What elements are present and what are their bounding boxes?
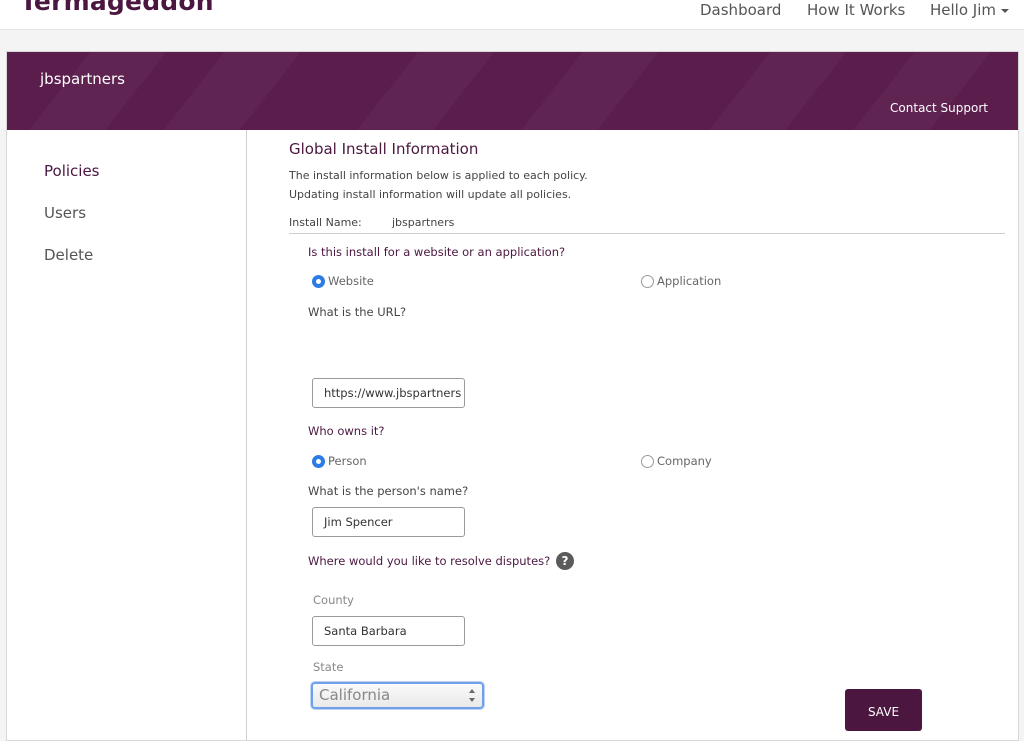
- install-name-label: Install Name:: [289, 216, 362, 229]
- install-form: Global Install Information The install i…: [248, 130, 1018, 740]
- radio-website[interactable]: Website: [312, 274, 374, 288]
- radio-unchecked-icon: [641, 454, 654, 468]
- county-label: County: [313, 593, 354, 607]
- install-name-value: jbspartners: [392, 216, 455, 229]
- caret-down-icon: [1001, 8, 1009, 13]
- nav-dashboard-link[interactable]: Dashboard: [700, 1, 781, 19]
- logo-text: Termageddon: [20, 0, 214, 16]
- sidebar-item-users[interactable]: Users: [44, 204, 86, 222]
- state-selected-value: California: [319, 686, 391, 704]
- radio-person-label: Person: [328, 454, 367, 468]
- description-line-2: Updating install information will update…: [289, 188, 572, 201]
- person-name-input[interactable]: Jim Spencer: [312, 507, 465, 537]
- radio-website-label: Website: [328, 274, 374, 288]
- state-label: State: [313, 660, 344, 674]
- radio-application-label: Application: [657, 274, 722, 288]
- save-button[interactable]: SAVE: [845, 689, 922, 731]
- banner-decor: [143, 52, 350, 130]
- radio-unchecked-icon: [641, 274, 654, 288]
- radio-application[interactable]: Application: [641, 274, 721, 288]
- banner-decor: [313, 52, 520, 130]
- banner-decor: [673, 52, 880, 130]
- url-input[interactable]: https://www.jbspartners: [312, 378, 465, 408]
- owner-question: Who owns it?: [308, 424, 385, 438]
- help-icon[interactable]: ?: [556, 552, 574, 570]
- radio-checked-icon: [312, 274, 325, 288]
- radio-checked-icon: [312, 454, 325, 468]
- nav-how-it-works-link[interactable]: How It Works: [807, 1, 905, 19]
- radio-company[interactable]: Company: [641, 454, 712, 468]
- top-navbar: Termageddon Dashboard How It Works Hello…: [0, 0, 1024, 30]
- account-banner: jbspartners Contact Support: [7, 52, 1018, 130]
- select-arrows-icon: [469, 689, 476, 702]
- sidebar-item-policies[interactable]: Policies: [44, 162, 99, 180]
- account-card: jbspartners Contact Support Policies Use…: [6, 51, 1019, 741]
- install-name-row: Install Name: jbspartners: [289, 216, 1005, 234]
- user-greeting: Hello Jim: [930, 1, 996, 19]
- radio-company-label: Company: [657, 454, 712, 468]
- install-type-question: Is this install for a website or an appl…: [308, 245, 566, 259]
- disputes-question: Where would you like to resolve disputes…: [308, 554, 551, 568]
- county-input[interactable]: Santa Barbara: [312, 616, 465, 646]
- description-line-1: The install information below is applied…: [289, 169, 588, 182]
- brand-logo[interactable]: Termageddon: [20, 0, 214, 16]
- contact-support-link[interactable]: Contact Support: [890, 101, 988, 115]
- sidebar: Policies Users Delete: [7, 130, 247, 740]
- banner-decor: [493, 52, 700, 130]
- user-menu-toggle[interactable]: Hello Jim: [930, 1, 1009, 19]
- page-title: Global Install Information: [289, 140, 479, 158]
- url-question: What is the URL?: [308, 305, 407, 319]
- person-name-question: What is the person's name?: [308, 484, 469, 498]
- state-select[interactable]: California: [311, 682, 484, 709]
- radio-person[interactable]: Person: [312, 454, 367, 468]
- sidebar-item-delete[interactable]: Delete: [44, 246, 93, 264]
- account-name: jbspartners: [40, 70, 125, 88]
- banner-decor: [833, 52, 1018, 130]
